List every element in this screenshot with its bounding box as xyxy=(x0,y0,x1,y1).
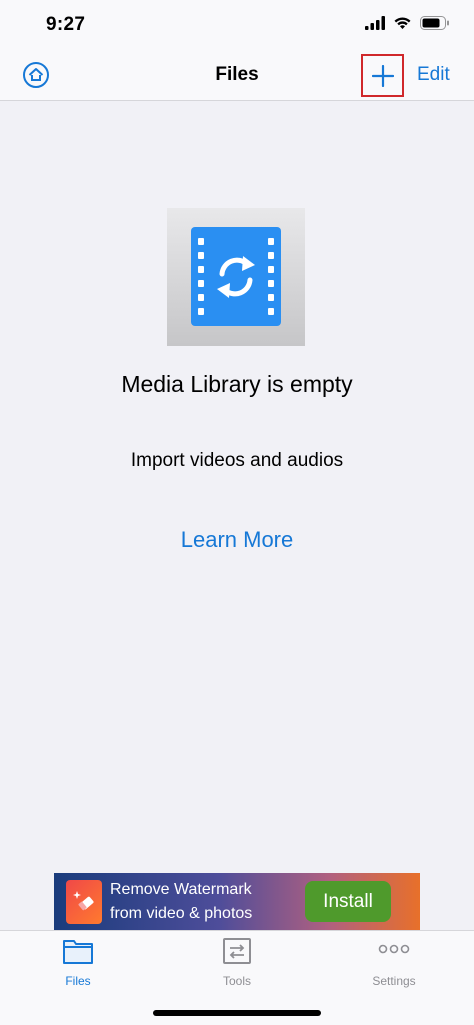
install-button[interactable]: Install xyxy=(305,881,391,922)
learn-more-link[interactable]: Learn More xyxy=(0,527,474,553)
eraser-app-icon xyxy=(66,880,102,924)
plus-icon xyxy=(371,64,394,87)
empty-state-subtitle: Import videos and audios xyxy=(130,450,344,471)
video-convert-icon xyxy=(191,227,281,326)
tab-settings-label: Settings xyxy=(372,974,416,988)
signal-icon xyxy=(365,16,385,30)
edit-button[interactable]: Edit xyxy=(417,64,450,86)
more-icon xyxy=(378,944,410,954)
tools-icon xyxy=(223,938,251,964)
empty-state-title: Media Library is empty xyxy=(121,371,353,397)
battery-icon xyxy=(420,16,449,30)
ad-banner[interactable]: Remove Watermark from video & photos Ins… xyxy=(54,873,420,930)
navigation-bar: 9:27 Files Edit xyxy=(0,0,474,101)
tab-files-label: Files xyxy=(65,974,91,988)
status-time: 9:27 xyxy=(46,14,86,35)
media-library-illustration xyxy=(167,208,305,346)
folder-icon xyxy=(63,940,93,964)
home-indicator xyxy=(153,1010,321,1016)
ad-headline: Remove Watermark xyxy=(110,881,252,898)
ad-subline: from video & photos xyxy=(110,905,253,922)
wifi-icon xyxy=(394,17,411,29)
status-icons xyxy=(365,16,450,30)
add-button[interactable] xyxy=(361,54,404,97)
tab-tools-label: Tools xyxy=(222,974,251,988)
tab-tools[interactable]: Tools xyxy=(187,937,287,988)
tab-files[interactable]: Files xyxy=(28,937,128,988)
tab-settings[interactable]: Settings xyxy=(344,937,444,988)
